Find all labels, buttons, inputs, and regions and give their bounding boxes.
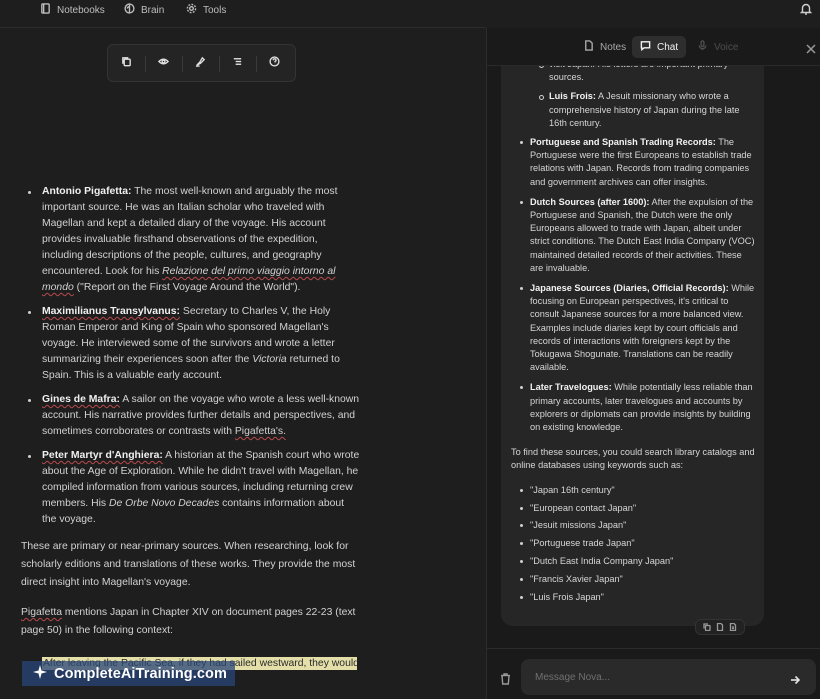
message-input[interactable] <box>535 668 765 686</box>
list-item: Gines de Mafra: A sailor on the voyage w… <box>21 392 361 440</box>
item-name: Luis Frois: <box>549 91 596 102</box>
document-icon <box>583 40 594 54</box>
item-name: Portuguese and Spanish Trading Records: <box>530 137 716 148</box>
source-text: The most well-known and arguably the mos… <box>42 186 338 277</box>
list-item: Antonio Pigafetta: The most well-known a… <box>21 184 361 296</box>
list-item: Later Travelogues: While potentially les… <box>520 381 755 434</box>
tab-voice[interactable]: Voice <box>689 36 746 58</box>
source-name: Maximilianus Transylvanus: <box>42 306 181 317</box>
item-name: Later Travelogues: <box>530 382 612 393</box>
highlighter-icon <box>195 54 206 72</box>
sparkle-icon <box>32 664 48 684</box>
copy-button[interactable] <box>108 45 145 81</box>
keyword-list: "Japan 16th century" "European contact J… <box>511 484 755 605</box>
nav-notebooks[interactable]: Notebooks <box>40 3 105 17</box>
source-types-list: Portuguese and Spanish Trading Records: … <box>511 136 755 434</box>
list-item: Peter Martyr d'Anghiera: A historian at … <box>21 448 361 528</box>
keyword-item: "Luis Frois Japan" <box>520 591 755 604</box>
tab-voice-label: Voice <box>714 41 739 53</box>
preview-button[interactable] <box>145 45 182 81</box>
keyword-item: "Japan 16th century" <box>520 484 755 497</box>
notebook-icon <box>40 3 51 17</box>
nav-notebooks-label: Notebooks <box>57 4 105 16</box>
list-item: Luis Frois: A Jesuit missionary who wrot… <box>539 90 755 130</box>
nav-divider <box>0 27 486 28</box>
assistant-message: visit Japan. His letters are important p… <box>501 66 764 626</box>
source-name: Peter Martyr d'Anghiera: <box>42 450 163 461</box>
list-item: Dutch Sources (after 1600): After the ex… <box>520 196 755 275</box>
source-name: Gines de Mafra: <box>42 394 120 405</box>
source-list: Antonio Pigafetta: The most well-known a… <box>21 184 361 528</box>
chat-icon <box>640 40 651 54</box>
eye-icon <box>157 54 170 72</box>
message-composer <box>521 659 816 695</box>
keyword-item: "Francis Xavier Japan" <box>520 573 755 586</box>
keyword-item: "Jesuit missions Japan" <box>520 519 755 532</box>
list-item: Japanese Sources (Diaries, Official Reco… <box>520 282 755 374</box>
editor-toolbar <box>107 44 296 82</box>
item-text: While focusing on European perspectives,… <box>530 283 755 373</box>
side-panel: Notes Chat Voice visit Japan. His letter… <box>486 28 820 699</box>
item-text: visit Japan. His letters are important p… <box>549 66 728 83</box>
list-item: Maximilianus Transylvanus: Secretary to … <box>21 304 361 384</box>
source-text: Pigafetta's. <box>234 426 286 437</box>
tab-chat[interactable]: Chat <box>632 36 687 58</box>
trash-icon[interactable] <box>500 672 511 690</box>
tab-notes-label: Notes <box>600 41 627 53</box>
list-item: Portuguese and Spanish Trading Records: … <box>520 136 755 189</box>
nav-tools[interactable]: Tools <box>186 3 226 17</box>
mic-icon <box>697 40 708 54</box>
tab-chat-label: Chat <box>657 41 679 53</box>
context-paragraph: Pigafetta mentions Japan in Chapter XIV … <box>21 604 361 640</box>
keyword-item: "Portuguese trade Japan" <box>520 537 755 550</box>
source-title: Victoria <box>252 354 287 365</box>
gear-icon <box>186 3 197 17</box>
item-name: Dutch Sources (after 1600): <box>530 196 650 207</box>
summary-paragraph: These are primary or near-primary source… <box>21 541 356 588</box>
nav-tools-label: Tools <box>203 4 227 16</box>
nav-brain-label: Brain <box>141 4 165 16</box>
item-text: After the expulsion of the Portuguese an… <box>530 196 755 273</box>
context-text: mentions Japan in Chapter XIV on documen… <box>21 607 356 636</box>
item-name: Japanese Sources (Diaries, Official Reco… <box>530 283 729 294</box>
message-body: visit Japan. His letters are important p… <box>511 66 755 609</box>
keyword-item: "Dutch East India Company Japan" <box>520 555 755 568</box>
message-actions <box>695 619 745 635</box>
top-nav: Notebooks Brain Tools <box>0 0 820 20</box>
send-arrow-icon[interactable] <box>790 672 801 690</box>
composer-divider <box>487 648 820 649</box>
source-title: De Orbe Novo Decades <box>108 498 220 509</box>
watermark-logo: CompleteAiTraining.com <box>22 661 235 686</box>
keyword-item: "European contact Japan" <box>520 502 755 515</box>
panel-tabs: Notes Chat Voice <box>487 28 820 66</box>
search-tip: To find these sources, you could search … <box>511 447 755 471</box>
export-icon[interactable] <box>729 623 737 631</box>
watermark-text: CompleteAiTraining.com <box>54 665 227 682</box>
brain-icon <box>124 3 135 17</box>
copy-icon[interactable] <box>703 623 711 631</box>
editor-content[interactable]: Antonio Pigafetta: The most well-known a… <box>21 184 361 640</box>
help-icon <box>269 54 280 72</box>
document-icon[interactable] <box>716 623 724 631</box>
tab-notes[interactable]: Notes <box>575 36 634 58</box>
close-icon[interactable] <box>806 41 816 59</box>
copy-icon <box>121 54 132 72</box>
list-icon <box>232 54 243 72</box>
pigafetta-word: Pigafetta <box>21 607 63 618</box>
outline-button[interactable] <box>219 45 256 81</box>
list-item: visit Japan. His letters are important p… <box>539 66 755 84</box>
bell-icon[interactable] <box>799 2 813 20</box>
source-text: ("Report on the First Voyage Around the … <box>73 282 301 293</box>
highlight-button[interactable] <box>182 45 219 81</box>
help-button[interactable] <box>256 45 293 81</box>
source-name: Antonio Pigafetta: <box>42 186 132 197</box>
sub-list: visit Japan. His letters are important p… <box>511 66 755 130</box>
nav-brain[interactable]: Brain <box>124 3 164 17</box>
